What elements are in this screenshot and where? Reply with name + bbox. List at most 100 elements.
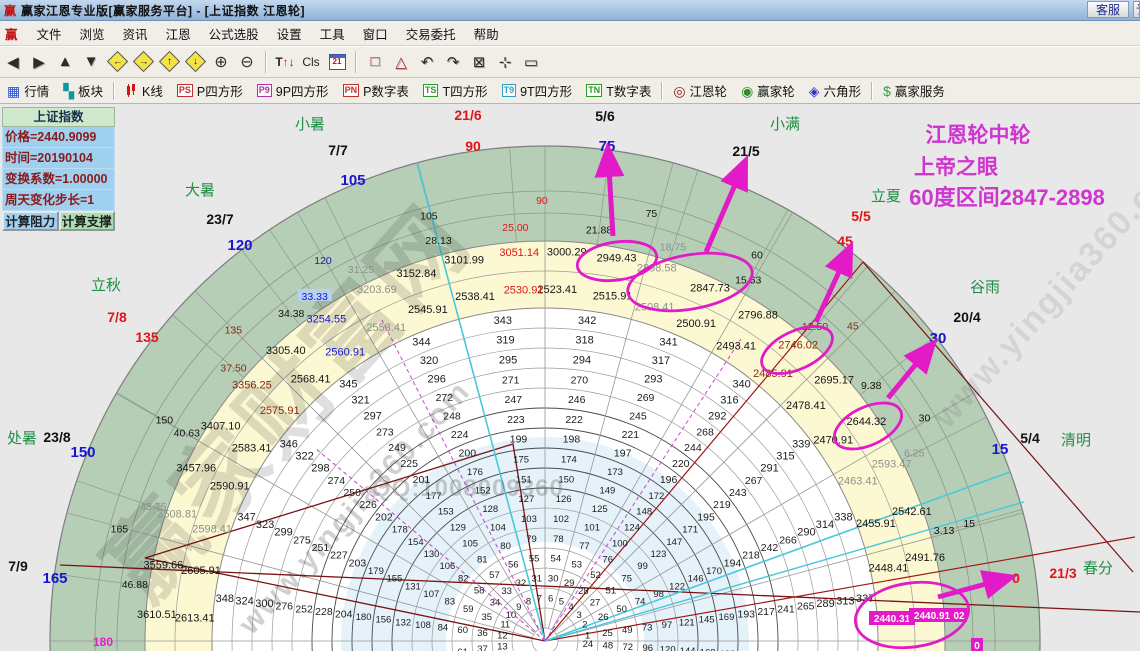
svg-text:150: 150 (558, 474, 574, 485)
9p-square-icon: P9 (256, 84, 272, 97)
svg-text:202: 202 (375, 511, 393, 523)
view-button-winner-service[interactable]: $ 赢家服务 (876, 79, 952, 102)
menu-item-浏览[interactable]: 浏览 (71, 22, 114, 45)
svg-text:250: 250 (343, 487, 361, 499)
view-button-sectors[interactable]: ▚ 板块 (56, 79, 110, 102)
svg-text:3610.51: 3610.51 (137, 609, 177, 621)
svg-text:220: 220 (672, 458, 690, 470)
svg-text:338: 338 (834, 511, 852, 523)
menu-item-设置[interactable]: 设置 (268, 22, 311, 45)
svg-text:151: 151 (516, 474, 532, 485)
svg-text:2598.41: 2598.41 (192, 524, 232, 536)
calendar-icon[interactable]: 21 (325, 50, 349, 74)
view-button-gann-wheel[interactable]: ◎ 江恩轮 (666, 79, 734, 102)
nav-last-icon[interactable]: ▶ (27, 50, 51, 74)
center-icon[interactable]: ⊹ (493, 50, 517, 74)
view-button-9p-square[interactable]: P9 9P四方形 (250, 79, 336, 102)
calc-resistance-button[interactable]: 计算阻力 (2, 211, 59, 231)
partial-button[interactable]: 讠 (1133, 1, 1140, 18)
calc-support-button[interactable]: 计算支撑 (58, 211, 115, 231)
gann-wheel-icon: ◎ (673, 82, 686, 99)
view-button-t-square[interactable]: TS T四方形 (416, 79, 495, 102)
draw-square-icon[interactable]: □ (363, 50, 387, 74)
menu-item-江恩[interactable]: 江恩 (157, 22, 200, 45)
svg-text:83: 83 (445, 597, 456, 608)
svg-text:23/7: 23/7 (206, 211, 233, 227)
menu-item-文件[interactable]: 文件 (28, 22, 71, 45)
delete-box-icon[interactable]: ⊠ (467, 50, 491, 74)
svg-text:2644.32: 2644.32 (846, 416, 886, 428)
svg-text:31: 31 (531, 574, 542, 585)
support-button[interactable]: 客服 (1086, 1, 1129, 18)
svg-text:108: 108 (415, 620, 431, 631)
svg-text:155: 155 (386, 574, 402, 585)
gann-wheel-chart-area: 赢家财富网 www.yingjia360.com www.yingjia360.co… (0, 104, 1140, 651)
svg-text:90: 90 (465, 138, 481, 154)
svg-text:8: 8 (526, 596, 531, 607)
window-title: 赢家江恩专业版[赢家服务平台] - [上证指数 江恩轮] (21, 3, 305, 18)
menu-item-资讯[interactable]: 资讯 (114, 22, 157, 45)
svg-text:297: 297 (364, 410, 382, 422)
pan-right-icon[interactable]: → (131, 50, 155, 74)
p-square-label: P四方形 (196, 85, 243, 99)
view-button-p-number[interactable]: PN P数字表 (336, 79, 416, 102)
svg-text:165: 165 (111, 523, 129, 535)
svg-text:129: 129 (450, 523, 466, 534)
svg-text:2542.61: 2542.61 (892, 506, 932, 518)
menu-item-交易委托[interactable]: 交易委托 (397, 22, 465, 45)
svg-text:144: 144 (680, 646, 696, 651)
svg-text:60: 60 (751, 249, 763, 261)
t-updown-icon[interactable]: T↑↓ (273, 50, 297, 74)
view-button-kline[interactable]: K线 (118, 79, 170, 102)
svg-text:223: 223 (507, 414, 525, 426)
t-square-icon: TS (422, 84, 439, 97)
menu-item-工具[interactable]: 工具 (311, 22, 354, 45)
pan-down-icon[interactable]: ↓ (183, 50, 207, 74)
svg-text:15: 15 (963, 518, 975, 530)
cls-button[interactable]: Cls (299, 50, 323, 74)
rotate-ccw-icon[interactable]: ↶ (415, 50, 439, 74)
zoom-out-icon[interactable]: ⊖ (235, 50, 259, 74)
zoom-in-icon[interactable]: ⊕ (209, 50, 233, 74)
svg-text:289: 289 (816, 598, 834, 610)
svg-text:49: 49 (622, 625, 633, 636)
svg-text:3203.69: 3203.69 (357, 284, 397, 296)
svg-text:194: 194 (724, 557, 742, 569)
svg-text:99: 99 (637, 561, 648, 572)
nav-first-icon[interactable]: ◀ (1, 50, 25, 74)
svg-text:21/6: 21/6 (454, 107, 481, 123)
svg-text:296: 296 (428, 374, 446, 386)
svg-text:立夏: 立夏 (871, 188, 901, 205)
svg-text:2478.41: 2478.41 (786, 400, 826, 412)
svg-text:100: 100 (612, 538, 628, 549)
nav-down-icon[interactable]: ▼ (79, 50, 103, 74)
pan-left-icon[interactable]: ← (105, 50, 129, 74)
svg-text:82: 82 (458, 573, 469, 584)
svg-text:198: 198 (563, 434, 581, 446)
view-button-9t-square[interactable]: T9 9T四方形 (495, 79, 580, 102)
svg-text:21.88: 21.88 (586, 225, 612, 237)
winner-wheel-label: 赢家轮 (757, 85, 795, 99)
view-button-hexagon[interactable]: ◈ 六角形 (802, 79, 868, 102)
svg-text:299: 299 (274, 527, 292, 539)
view-button-p-square[interactable]: PS P四方形 (170, 79, 250, 102)
toolbar-views: ▦ 行情 ▚ 板块 K线 PS P四方形 P9 9P四方形 PN P数字表 TS T四方形 T9 9T四方形… (0, 78, 1140, 104)
toolbar-main: ◀ ▶ ▲ ▼ ← → ↑ ↓ ⊕ ⊖ T↑↓ Cls 21 □ △ ↶ ↷ ⊠ ⊹ ▭ (0, 46, 1140, 78)
menu-item-公式选股[interactable]: 公式选股 (200, 22, 268, 45)
svg-text:75: 75 (621, 573, 632, 584)
svg-text:13: 13 (497, 642, 508, 651)
draw-triangle-icon[interactable]: △ (389, 50, 413, 74)
svg-text:36: 36 (477, 628, 488, 639)
pan-up-icon[interactable]: ↑ (157, 50, 181, 74)
9t-square-label: 9T四方形 (520, 85, 573, 99)
svg-text:84: 84 (438, 623, 449, 634)
view-button-winner-wheel[interactable]: ◉ 赢家轮 (734, 79, 802, 102)
view-button-t-number[interactable]: TN T数字表 (579, 79, 658, 102)
rotate-cw-icon[interactable]: ↷ (441, 50, 465, 74)
view-button-quotes[interactable]: ▦ 行情 (0, 79, 56, 102)
screen-icon[interactable]: ▭ (519, 50, 543, 74)
menu-item-窗口[interactable]: 窗口 (354, 22, 397, 45)
nav-up-icon[interactable]: ▲ (53, 50, 77, 74)
menu-item-帮助[interactable]: 帮助 (465, 22, 508, 45)
svg-text:172: 172 (648, 491, 664, 502)
